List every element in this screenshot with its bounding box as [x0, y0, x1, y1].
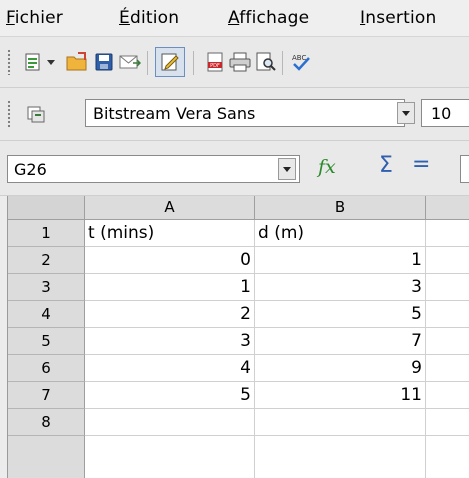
new-document-icon[interactable]: [22, 51, 44, 73]
function-wizard-button[interactable]: fx: [318, 156, 336, 178]
cell-a3[interactable]: 1: [85, 274, 255, 301]
edit-mode-icon[interactable]: [155, 47, 185, 77]
cell-reference: G26: [14, 160, 47, 179]
open-folder-icon[interactable]: [66, 51, 88, 73]
toolbar-separator: [282, 51, 283, 75]
font-name-dropdown-button[interactable]: [397, 102, 415, 124]
toolbar-grip[interactable]: [7, 49, 11, 75]
cell-c3[interactable]: [426, 274, 469, 301]
cell-a6[interactable]: 4: [85, 355, 255, 382]
email-icon[interactable]: [119, 51, 141, 73]
menu-affichage[interactable]: Affichage: [228, 8, 309, 28]
name-box[interactable]: G26: [7, 155, 300, 183]
row-header[interactable]: 6: [8, 355, 85, 382]
spellcheck-icon[interactable]: ABC: [290, 51, 312, 73]
cell-c4[interactable]: [426, 301, 469, 328]
column-header-c[interactable]: [426, 196, 469, 220]
svg-text:PDF: PDF: [210, 63, 220, 69]
menu-edition[interactable]: Édition: [119, 8, 179, 28]
cell-b8[interactable]: [255, 409, 426, 436]
cell-c9[interactable]: [426, 436, 469, 478]
cell-c7[interactable]: [426, 382, 469, 409]
name-box-dropdown-button[interactable]: [278, 158, 296, 180]
dropdown-arrow-icon[interactable]: [44, 51, 58, 73]
chevron-down-icon: [402, 111, 410, 116]
toolbar-separator: [193, 51, 194, 75]
export-pdf-icon[interactable]: PDF: [204, 51, 226, 73]
select-all-corner[interactable]: [8, 196, 85, 220]
spreadsheet-grid: A B 1 t (mins) d (m) 2 0 1 3 1 3 4 2 5 5…: [7, 196, 469, 478]
page-preview-icon[interactable]: [255, 51, 277, 73]
font-name-field[interactable]: Bitstream Vera Sans: [85, 99, 405, 127]
sum-button[interactable]: Σ: [379, 153, 393, 178]
cell-b5[interactable]: 7: [255, 328, 426, 355]
formula-input[interactable]: [460, 155, 469, 183]
cell-b2[interactable]: 1: [255, 247, 426, 274]
row-header[interactable]: 5: [8, 328, 85, 355]
toolbar-grip[interactable]: [7, 100, 11, 128]
column-header-a[interactable]: A: [85, 196, 255, 220]
row-header[interactable]: 4: [8, 301, 85, 328]
row-header[interactable]: 1: [8, 220, 85, 247]
save-icon[interactable]: [93, 51, 115, 73]
toolbar-separator: [147, 51, 148, 75]
print-icon[interactable]: [229, 51, 251, 73]
menu-fichier[interactable]: Fichier: [6, 8, 63, 28]
row-header[interactable]: 2: [8, 247, 85, 274]
cell-c6[interactable]: [426, 355, 469, 382]
row-header[interactable]: 7: [8, 382, 85, 409]
cell-b6[interactable]: 9: [255, 355, 426, 382]
equals-button[interactable]: =: [412, 152, 430, 177]
cell-a8[interactable]: [85, 409, 255, 436]
row-header[interactable]: 3: [8, 274, 85, 301]
cell-a1[interactable]: t (mins): [85, 220, 255, 247]
cell-a5[interactable]: 3: [85, 328, 255, 355]
cell-c8[interactable]: [426, 409, 469, 436]
row-header[interactable]: 8: [8, 409, 85, 436]
svg-text:ABC: ABC: [292, 54, 306, 62]
cell-c1[interactable]: [426, 220, 469, 247]
cell-b7[interactable]: 11: [255, 382, 426, 409]
font-size-value: 10: [431, 104, 452, 123]
font-size-field[interactable]: 10: [421, 99, 469, 127]
cell-b9[interactable]: [255, 436, 426, 478]
cell-a9[interactable]: [85, 436, 255, 478]
standard-toolbar: PDF ABC: [0, 37, 469, 88]
row-header[interactable]: [8, 436, 85, 478]
menu-insertion[interactable]: Insertion: [360, 8, 436, 28]
styles-icon[interactable]: [25, 103, 47, 125]
cell-b4[interactable]: 5: [255, 301, 426, 328]
menu-bar: Fichier Édition Affichage Insertion: [0, 0, 469, 37]
cell-a7[interactable]: 5: [85, 382, 255, 409]
cell-b1[interactable]: d (m): [255, 220, 426, 247]
font-name-value: Bitstream Vera Sans: [93, 104, 256, 123]
cell-a2[interactable]: 0: [85, 247, 255, 274]
column-header-b[interactable]: B: [255, 196, 426, 220]
cell-c5[interactable]: [426, 328, 469, 355]
chevron-down-icon: [283, 167, 291, 172]
cell-a4[interactable]: 2: [85, 301, 255, 328]
cell-b3[interactable]: 3: [255, 274, 426, 301]
cell-c2[interactable]: [426, 247, 469, 274]
